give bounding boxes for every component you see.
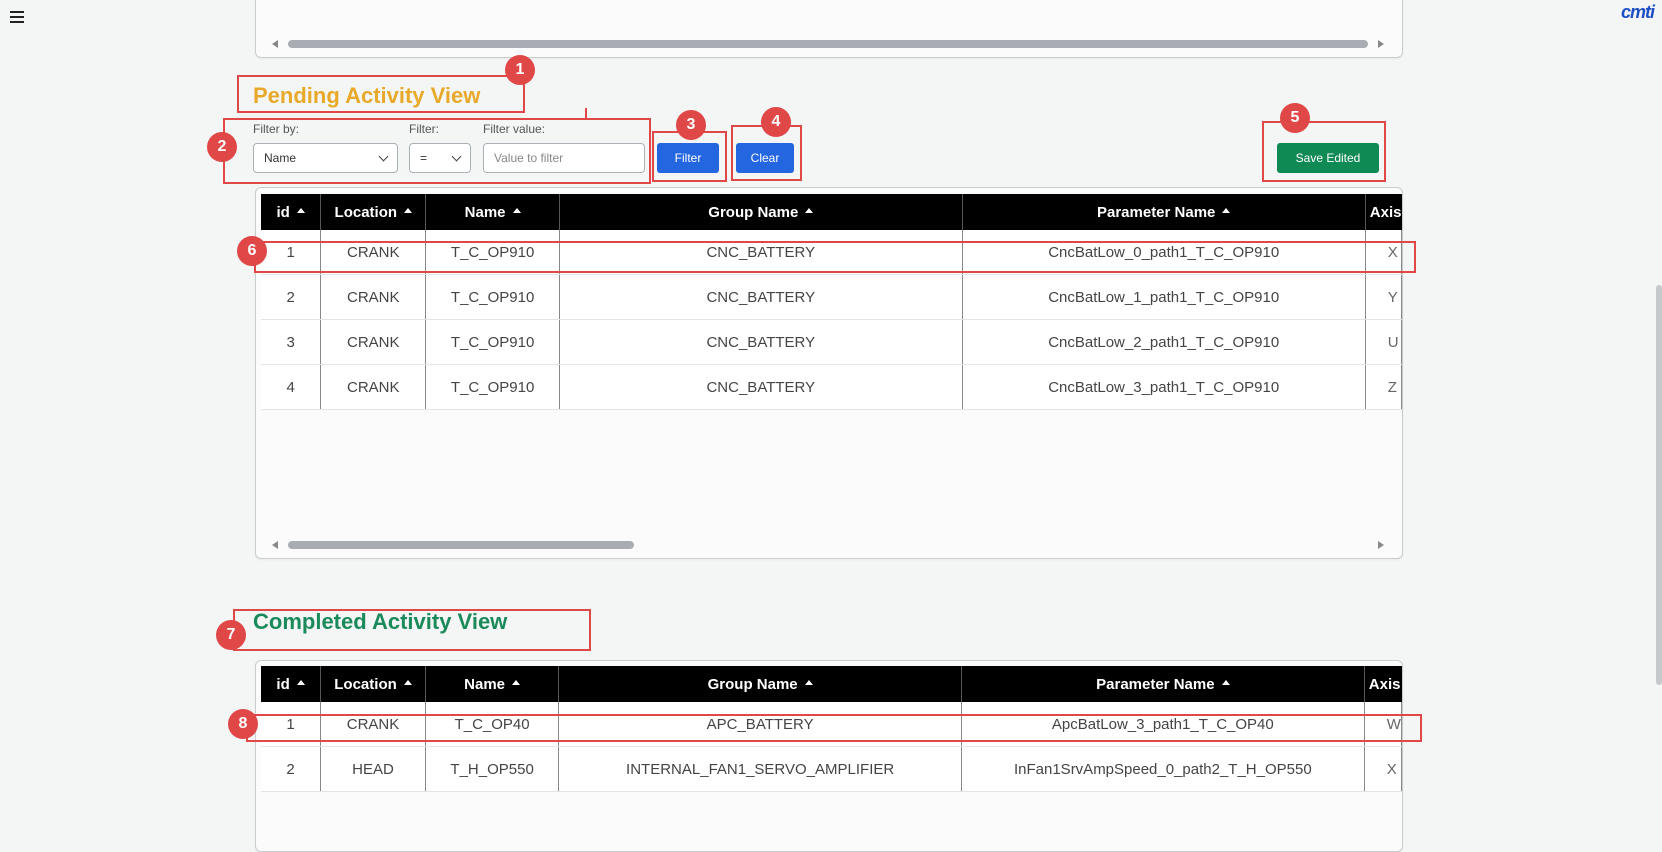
- annotation-badge-5: 5: [1280, 103, 1310, 133]
- scrollbar-thumb[interactable]: [288, 40, 1368, 48]
- column-header-id[interactable]: id: [261, 194, 322, 230]
- annotation-badge-7: 7: [216, 620, 246, 650]
- sort-up-icon: [403, 680, 412, 686]
- annotation-badge-6: 6: [237, 236, 267, 266]
- scroll-right-arrow-icon[interactable]: [1378, 40, 1384, 48]
- sort-up-icon: [512, 680, 521, 686]
- column-header-group-name[interactable]: Group Name: [558, 666, 962, 702]
- scroll-right-arrow-icon[interactable]: [1378, 541, 1384, 549]
- sort-up-icon: [1221, 680, 1230, 686]
- cell-id: 3: [261, 319, 322, 365]
- annotation-tick: [585, 108, 587, 118]
- annotation-box-2: [223, 118, 651, 184]
- sort-up-icon: [804, 680, 813, 686]
- cell-location: CRANK: [320, 274, 427, 320]
- annotation-box-6: [254, 241, 1416, 273]
- sort-up-icon: [296, 680, 305, 686]
- column-header-location[interactable]: Location: [320, 666, 426, 702]
- sort-up-icon: [1222, 208, 1231, 214]
- page-vertical-scrollbar[interactable]: [1656, 285, 1662, 685]
- annotation-badge-8: 8: [228, 709, 258, 739]
- table-row[interactable]: 4 CRANK T_C_OP910 CNC_BATTERY CncBatLow_…: [261, 364, 1402, 410]
- cell-name: T_C_OP910: [425, 274, 560, 320]
- cell-location: CRANK: [320, 319, 427, 365]
- previous-table-card: [255, 0, 1403, 58]
- table-row[interactable]: 2 HEAD T_H_OP550 INTERNAL_FAN1_SERVO_AMP…: [261, 746, 1402, 792]
- sort-up-icon: [296, 208, 305, 214]
- annotation-box-8: [246, 714, 1422, 742]
- scrollbar-thumb[interactable]: [288, 541, 634, 549]
- table-row[interactable]: 2 CRANK T_C_OP910 CNC_BATTERY CncBatLow_…: [261, 274, 1402, 320]
- cmti-logo: cmti: [1620, 2, 1655, 22]
- column-header-name[interactable]: Name: [425, 666, 560, 702]
- cell-name: T_C_OP910: [425, 319, 560, 365]
- cell-param: CncBatLow_3_path1_T_C_OP910: [962, 364, 1366, 410]
- pending-table: id Location Name Group Name Parameter Na…: [261, 194, 1402, 410]
- hamburger-menu-icon[interactable]: [10, 11, 24, 23]
- annotation-box-7: [233, 609, 591, 651]
- cell-param: CncBatLow_2_path1_T_C_OP910: [962, 319, 1366, 365]
- cell-id: 4: [261, 364, 322, 410]
- horizontal-scrollbar[interactable]: [272, 538, 1384, 552]
- cell-location: CRANK: [320, 364, 427, 410]
- annotation-badge-1: 1: [505, 55, 535, 85]
- cell-param: CncBatLow_1_path1_T_C_OP910: [962, 274, 1366, 320]
- completed-table-card: id Location Name Group Name Parameter Na…: [255, 660, 1403, 852]
- scroll-left-arrow-icon[interactable]: [272, 40, 278, 48]
- sort-up-icon: [805, 208, 814, 214]
- cell-name: T_H_OP550: [425, 746, 560, 792]
- column-header-location[interactable]: Location: [320, 194, 427, 230]
- table-header-row: id Location Name Group Name Parameter Na…: [261, 194, 1402, 230]
- table-row[interactable]: 3 CRANK T_C_OP910 CNC_BATTERY CncBatLow_…: [261, 319, 1402, 365]
- cell-axis: X: [1364, 746, 1402, 792]
- table-header-row: id Location Name Group Name Parameter Na…: [261, 666, 1402, 702]
- column-header-axis[interactable]: Axis: [1364, 666, 1402, 702]
- cell-axis: U: [1365, 319, 1402, 365]
- annotation-badge-3: 3: [676, 110, 706, 140]
- column-header-parameter-name[interactable]: Parameter Name: [961, 666, 1365, 702]
- cell-id: 2: [261, 746, 322, 792]
- cell-name: T_C_OP910: [425, 364, 560, 410]
- column-header-parameter-name[interactable]: Parameter Name: [962, 194, 1366, 230]
- column-header-group-name[interactable]: Group Name: [559, 194, 963, 230]
- column-header-id[interactable]: id: [261, 666, 322, 702]
- cell-axis: Y: [1365, 274, 1402, 320]
- cell-group: INTERNAL_FAN1_SERVO_AMPLIFIER: [558, 746, 962, 792]
- column-header-axis[interactable]: Axis: [1365, 194, 1402, 230]
- cell-group: CNC_BATTERY: [559, 364, 963, 410]
- annotation-box-1: [237, 75, 525, 113]
- horizontal-scrollbar[interactable]: [272, 37, 1384, 51]
- scroll-left-arrow-icon[interactable]: [272, 541, 278, 549]
- cell-axis: Z: [1365, 364, 1402, 410]
- sort-up-icon: [512, 208, 521, 214]
- cell-id: 2: [261, 274, 322, 320]
- annotation-badge-4: 4: [761, 107, 791, 137]
- annotation-badge-2: 2: [207, 132, 237, 162]
- cell-location: HEAD: [320, 746, 426, 792]
- annotation-box-5: [1262, 121, 1386, 182]
- cell-param: InFan1SrvAmpSpeed_0_path2_T_H_OP550: [961, 746, 1365, 792]
- cell-group: CNC_BATTERY: [559, 319, 963, 365]
- column-header-name[interactable]: Name: [425, 194, 560, 230]
- sort-up-icon: [404, 208, 413, 214]
- cell-group: CNC_BATTERY: [559, 274, 963, 320]
